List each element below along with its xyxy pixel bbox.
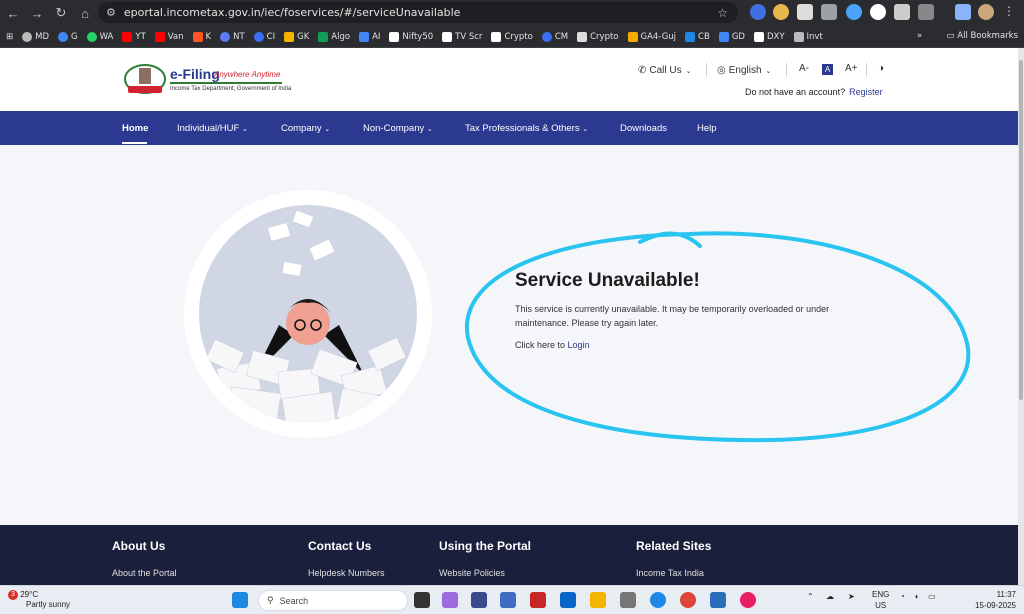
bookmark-item[interactable]: NT [220, 31, 245, 42]
windows-taskbar: 3 29°C Partly sunny ⚲ Search ⌃ ☁ ➤ ENG US… [0, 585, 1024, 614]
bookmark-item[interactable]: Invt [793, 31, 823, 42]
weather-badge: 3 [8, 590, 18, 600]
bookmark-item[interactable]: Crypto [577, 31, 619, 42]
battery-icon[interactable]: ▭ [928, 592, 936, 601]
bookmark-item[interactable]: MD [22, 31, 49, 42]
annotation-circle [464, 231, 971, 443]
bookmark-item[interactable]: Van [154, 31, 184, 42]
site-footer: About Us Contact Us Using the Portal Rel… [0, 525, 1018, 585]
chrome-icon[interactable] [680, 592, 696, 608]
weather-condition: Partly sunny [26, 600, 71, 609]
extension-icon[interactable] [846, 4, 862, 20]
extensions-puzzle-icon[interactable] [918, 4, 934, 20]
profile-avatar[interactable] [978, 4, 994, 20]
extension-icon[interactable] [750, 4, 766, 20]
site-info-icon[interactable]: ⚙ [106, 6, 116, 19]
input-language[interactable]: ENG US [872, 589, 889, 611]
bookmark-item[interactable]: YT [122, 31, 146, 42]
extension-icon[interactable] [870, 4, 886, 20]
file-explorer-icon[interactable] [590, 592, 606, 608]
bookmark-item[interactable]: AI [359, 31, 380, 42]
web-page: e-Filing Anywhere Anytime Income Tax Dep… [0, 48, 1018, 585]
scrollbar-thumb[interactable] [1019, 60, 1023, 400]
bookmark-item[interactable]: CI [253, 31, 275, 42]
mcafee-icon[interactable] [530, 592, 546, 608]
store-icon[interactable] [500, 592, 516, 608]
bookmark-star-icon[interactable]: ☆ [717, 6, 728, 20]
footer-heading: Using the Portal [439, 539, 532, 553]
footer-heading: About Us [112, 539, 166, 553]
system-clock[interactable]: 11:37 15-09-2025 [975, 589, 1016, 611]
menu-kebab-icon[interactable]: ⋮ [1003, 4, 1019, 20]
copilot-icon[interactable] [442, 592, 458, 608]
apps-grid-icon[interactable]: ⊞ [6, 32, 13, 42]
wifi-icon[interactable]: ◔ [900, 592, 905, 601]
reload-icon[interactable]: ↻ [50, 2, 72, 24]
taskbar-search[interactable]: ⚲ Search [258, 590, 408, 611]
temperature: 29°C [20, 590, 39, 599]
volume-icon[interactable]: ◖ [914, 592, 919, 601]
bookmark-item[interactable]: GK [284, 31, 309, 42]
all-bookmarks-folder[interactable]: » ▭ All Bookmarks [917, 31, 1018, 41]
cloud-icon[interactable]: ☁ [826, 592, 834, 601]
footer-link[interactable]: Helpdesk Numbers [308, 568, 385, 578]
download-icon[interactable] [955, 4, 971, 20]
windows-start-icon[interactable] [232, 592, 248, 608]
bookmark-item[interactable]: K [192, 31, 211, 42]
url-text: eportal.incometax.gov.in/iec/foservices/… [123, 6, 461, 19]
weather-widget[interactable]: 3 29°C Partly sunny [8, 590, 70, 609]
bookmark-item[interactable]: TV Scr [442, 31, 482, 42]
edge-icon[interactable] [650, 592, 666, 608]
footer-heading: Related Sites [636, 539, 712, 553]
bookmark-item[interactable]: DXY [753, 31, 785, 42]
extension-icon[interactable] [894, 4, 910, 20]
bookmark-item[interactable]: CM [541, 31, 568, 42]
paint-icon[interactable] [740, 592, 756, 608]
task-view-icon[interactable] [414, 592, 430, 608]
location-icon[interactable]: ➤ [848, 592, 855, 601]
address-bar[interactable]: ⚙ eportal.incometax.gov.in/iec/foservice… [98, 2, 738, 23]
calculator-icon[interactable] [620, 592, 636, 608]
bookmark-item[interactable]: Nifty50 [389, 31, 433, 42]
home-icon[interactable]: ⌂ [74, 2, 96, 24]
bookmark-item[interactable]: GD [718, 31, 745, 42]
bookmark-item[interactable]: CB [685, 31, 710, 42]
extension-icon[interactable] [797, 4, 813, 20]
extension-icon[interactable] [773, 4, 789, 20]
browser-toolbar: ← → ↻ ⌂ ⚙ eportal.incometax.gov.in/iec/f… [0, 0, 1024, 26]
forward-arrow-icon[interactable]: → [26, 2, 48, 24]
footer-link[interactable]: About the Portal [112, 568, 177, 578]
extension-icon[interactable] [821, 4, 837, 20]
notepad-icon[interactable] [710, 592, 726, 608]
footer-link[interactable]: Website Policies [439, 568, 505, 578]
footer-link[interactable]: Income Tax India [636, 568, 704, 578]
bookmark-item[interactable]: G [58, 31, 78, 42]
app-icon[interactable] [471, 592, 487, 608]
chevron-up-icon[interactable]: ⌃ [807, 592, 814, 601]
footer-heading: Contact Us [308, 539, 372, 553]
search-icon: ⚲ [267, 595, 274, 605]
back-arrow-icon[interactable]: ← [2, 2, 24, 24]
bookmarks-bar: ⊞ MD G WA YT Van K NT CI GK Algo AI Nift… [0, 26, 1024, 48]
bookmark-item[interactable]: WA [86, 31, 113, 42]
bookmark-item[interactable]: Crypto [491, 31, 533, 42]
bookmark-item[interactable]: Algo [318, 31, 350, 42]
outlook-icon[interactable] [560, 592, 576, 608]
bookmark-item[interactable]: GA4-Guj [627, 31, 676, 42]
